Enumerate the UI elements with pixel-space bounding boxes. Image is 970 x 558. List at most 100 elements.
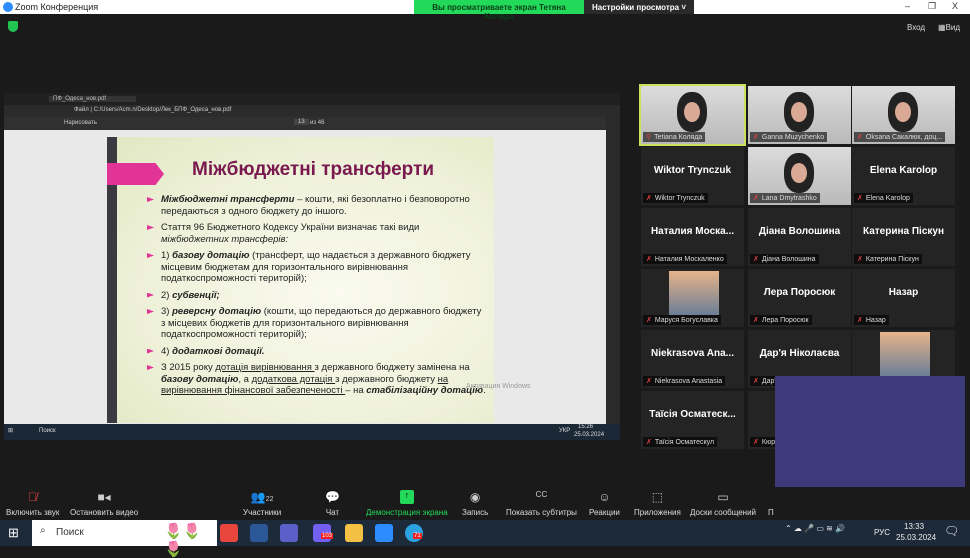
notifications-icon[interactable]: 🗨 [944, 524, 959, 538]
pin-icon: ⚲ [646, 134, 652, 141]
stop-video-button[interactable]: ■◂ Остановить видео [70, 490, 138, 517]
slide-title: Міжбюджетні трансферти [192, 159, 435, 180]
bullet: Міжбюджетні трансферти – кошти, які безо… [147, 194, 487, 217]
mic-muted-icon: ✗ [753, 439, 759, 446]
participant-tile[interactable]: Таїсія Осматеск... ✗ Таїсія Осматескул [641, 391, 744, 449]
presentation-slide: Міжбюджетні трансферти Міжбюджетні транс… [107, 137, 494, 423]
participant-name-large: Катерина Піскун [862, 226, 944, 237]
captions-button[interactable]: CC Показать субтитры [506, 490, 577, 517]
restore-button[interactable]: ❐ [928, 1, 936, 12]
participant-tile[interactable]: Назар ✗ Назар [852, 269, 955, 327]
mic-muted-icon: ✗ [857, 317, 863, 324]
participant-tile[interactable]: Wiktor Trynczuk ✗ Wiktor Trynczuk [641, 147, 744, 205]
participant-tile[interactable]: Niekrasova Ana... ✗ Niekrasova Anastasia [641, 330, 744, 388]
participant-name-large: Дар'я Ніколаєва [759, 348, 840, 359]
participant-avatar [669, 271, 719, 315]
shared-screen: ПФ_Одеса_нов.pdf Файл | C:/Users/Acm.n/D… [4, 93, 620, 440]
participant-tile[interactable]: Elena Karolop ✗ Elena Karolop [852, 147, 955, 205]
participant-tile[interactable]: Наталия Моска... ✗ Наталия Москаленко [641, 208, 744, 266]
participant-tile[interactable]: ✗ Маруся Богуславка [641, 269, 744, 327]
teams-icon[interactable] [280, 524, 298, 542]
zoom-taskbar-icon[interactable] [375, 524, 393, 542]
browser-tabbar: ПФ_Одеса_нов.pdf [4, 93, 620, 105]
participant-label: ✗ Діана Волошина [750, 254, 819, 264]
participant-label: ✗ Elena Karolop [854, 193, 913, 203]
grid-icon: ▦ [938, 23, 946, 32]
participant-avatar [880, 332, 930, 376]
mic-muted-icon: ✗ [753, 378, 759, 385]
participant-label: ✗ Таїсія Осматескул [643, 437, 718, 447]
file-explorer-icon[interactable] [345, 524, 363, 542]
participant-tile[interactable]: ✗ Oksana Сакалюк, доц... [852, 86, 955, 144]
reactions-icon: ☺ [598, 490, 611, 504]
tray-icons[interactable]: ⌃ ☁ 🎤 ▭ ≋ 🔊 [785, 524, 845, 533]
participant-label: ⚲ Tetiana Коляда [643, 132, 706, 142]
clock-time[interactable]: 13:33 [904, 522, 924, 531]
close-button[interactable]: X [952, 1, 958, 11]
participant-face [784, 153, 814, 193]
participant-tile[interactable]: ✗ Lana Dmytrashko [748, 147, 851, 205]
participant-label: ✗ Лера Поросюк [750, 315, 812, 325]
bullet: Стаття 96 Бюджетного Кодексу України виз… [147, 222, 487, 245]
whiteboard-icon: ▭ [717, 490, 729, 504]
telegram-icon[interactable]: 71 [405, 524, 423, 542]
viber-icon[interactable]: 103 [313, 524, 334, 542]
draw-button[interactable]: Нарисовать [64, 120, 97, 126]
reactions-button[interactable]: ☺ Реакции [589, 490, 620, 517]
window-title: Zoom Конференция [15, 2, 99, 12]
view-button[interactable]: ▦Вид [938, 23, 960, 32]
windows-start-icon[interactable]: ⊞ [8, 525, 19, 541]
exit-button[interactable]: Вход [907, 23, 925, 32]
participant-tile[interactable]: ⚲ Tetiana Коляда [639, 84, 746, 146]
participant-tile[interactable]: ✗ Ganna Muzychenko [748, 86, 851, 144]
participant-name-large: Wiktor Trynczuk [653, 165, 732, 176]
cc-icon: CC [535, 490, 548, 499]
browser-tab[interactable]: ПФ_Одеса_нов.pdf [49, 96, 137, 102]
page-number-input[interactable]: 13 [294, 119, 309, 125]
self-view-overlay[interactable] [775, 376, 965, 487]
bullet: 2) субвенції; [147, 290, 487, 302]
whiteboards-button[interactable]: ▭ Доски сообщений [690, 490, 756, 517]
participant-label: ✗ Катерина Піскун [854, 254, 922, 264]
mic-muted-icon: ✗ [753, 256, 759, 263]
participant-label: ✗ Lana Dmytrashko [750, 193, 820, 203]
apps-button[interactable]: ⬚ Приложения [634, 490, 681, 517]
participant-label: ✗ Наталия Москаленко [643, 254, 727, 264]
participant-face [784, 92, 814, 132]
participant-label: ✗ Маруся Богуславка [643, 315, 721, 325]
participant-label: ✗ Ganna Muzychenko [750, 132, 828, 142]
participant-tile[interactable]: Катерина Піскун ✗ Катерина Піскун [852, 208, 955, 266]
participant-tile[interactable]: Діана Волошина ✗ Діана Волошина [748, 208, 851, 266]
remote-time: 15:26 [578, 424, 594, 430]
windows-activation-watermark: Активация Windows [466, 383, 531, 390]
mic-muted-icon: ✗ [857, 134, 863, 141]
chat-button[interactable]: 💬 Чат [325, 490, 340, 517]
minimize-button[interactable]: – [905, 1, 910, 11]
participant-name-large: Niekrasova Ana... [650, 348, 734, 359]
language-indicator[interactable]: РУС [874, 528, 890, 537]
mic-muted-icon: ✗ [646, 256, 652, 263]
mic-muted-icon: ✗ [646, 195, 652, 202]
participant-label: ✗ Niekrasova Anastasia [643, 376, 726, 386]
more-button[interactable]: П [768, 490, 774, 517]
record-button[interactable]: ◉ Запись [462, 490, 488, 517]
address-text[interactable]: Файл | C:/Users/Acm.n/Desktop/Лек_БПФ_Од… [74, 107, 231, 113]
clock-date[interactable]: 25.03.2024 [896, 533, 936, 542]
participant-face [677, 92, 707, 132]
view-options-button[interactable]: Настройки просмотра ˅ [583, 0, 694, 14]
zoom-logo-icon [3, 2, 13, 12]
participant-label: ✗ Назар [854, 315, 889, 325]
search-icon: ⌕ [40, 525, 46, 536]
unmute-button[interactable]: 🎙̸ Включить звук [6, 490, 59, 517]
word-icon[interactable] [250, 524, 268, 542]
share-screen-button[interactable]: ↑ Демонстрация экрана [366, 490, 448, 517]
chrome-icon[interactable] [220, 524, 238, 542]
address-bar: Файл | C:/Users/Acm.n/Desktop/Лек_БПФ_Од… [4, 105, 620, 117]
participants-button[interactable]: 👥22 Участники [243, 490, 281, 517]
taskbar-search[interactable]: ⌕ Поиск 🌷🌷🌷 [32, 520, 217, 558]
mic-muted-icon: ✗ [646, 378, 652, 385]
security-shield-icon[interactable] [8, 21, 18, 32]
participant-tile[interactable]: Лера Поросюк ✗ Лера Поросюк [748, 269, 851, 327]
apps-icon: ⬚ [651, 490, 664, 504]
tulips-icon: 🌷🌷🌷 [164, 523, 202, 558]
